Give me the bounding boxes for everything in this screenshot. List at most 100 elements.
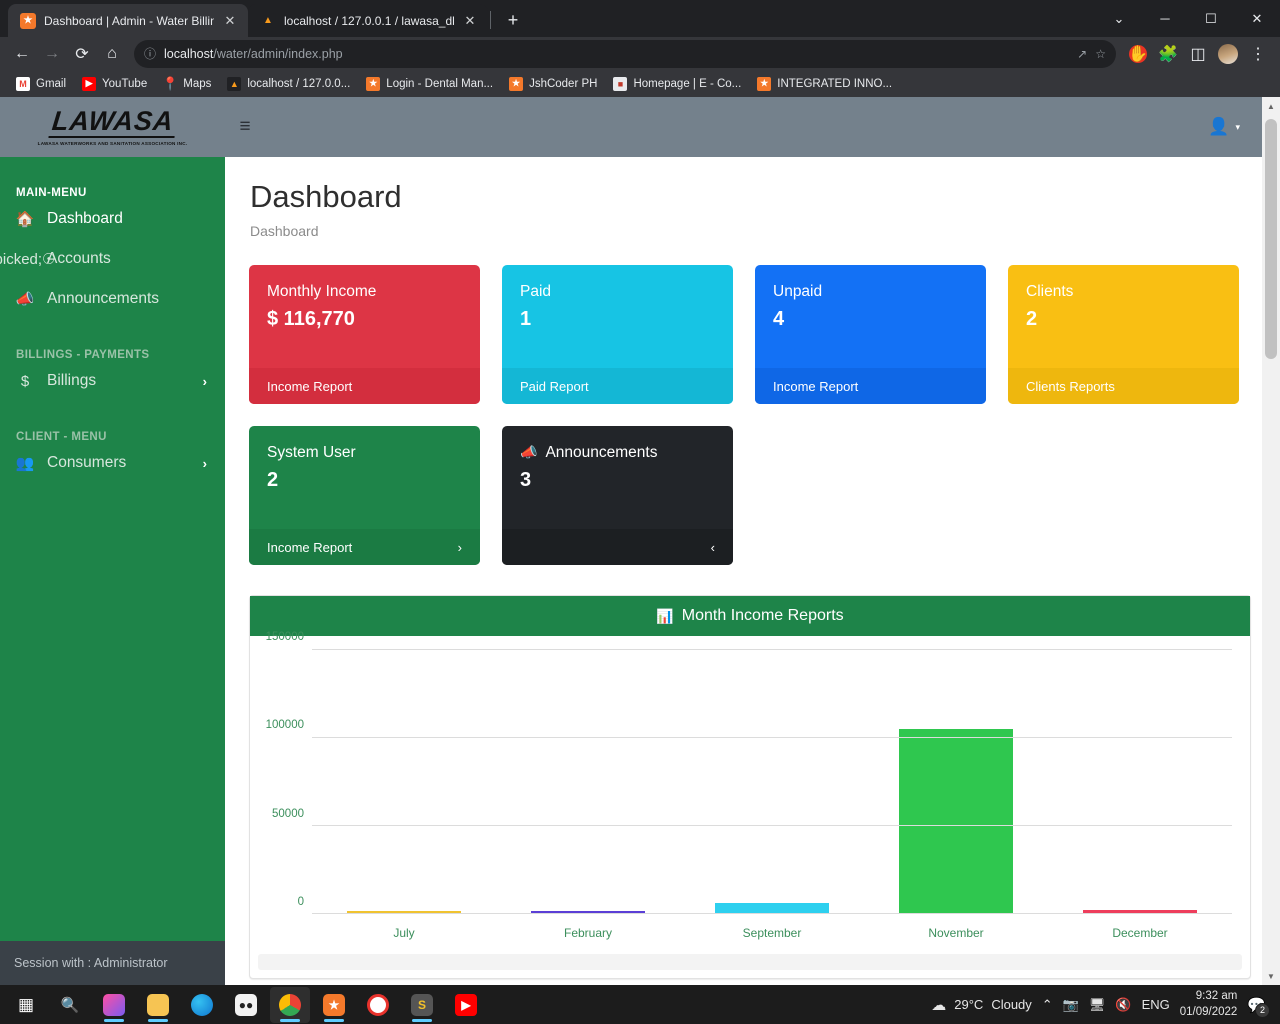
ghost-app-icon[interactable]: ●●: [226, 987, 266, 1023]
bookmark-item[interactable]: ■Homepage | E - Co...: [607, 74, 747, 94]
address-bar[interactable]: ⓘ localhost/water/admin/index.php ↗ ☆: [134, 40, 1116, 68]
sidebar-item-consumers[interactable]: 👥 Consumers ›: [0, 443, 225, 483]
screen-recorder-icon[interactable]: [358, 987, 398, 1023]
sidebar-item-announcements[interactable]: 📣 Announcements: [0, 279, 225, 319]
card-body: System User 2: [249, 426, 480, 529]
notification-icon[interactable]: 💬 2: [1247, 996, 1266, 1014]
new-tab-button[interactable]: +: [499, 6, 527, 34]
bookmark-label: Homepage | E - Co...: [633, 78, 741, 90]
browser-tab-1[interactable]: ★ Dashboard | Admin - Water Billin ✕: [8, 4, 248, 37]
network-icon[interactable]: 🖥: [1089, 997, 1106, 1013]
scroll-up-arrow[interactable]: ▲: [1262, 97, 1280, 115]
profile-avatar[interactable]: [1214, 40, 1242, 68]
file-explorer-icon[interactable]: [138, 987, 178, 1023]
forward-button[interactable]: →: [38, 40, 66, 68]
card-value: 1: [520, 308, 715, 331]
star-icon[interactable]: ☆: [1095, 47, 1106, 61]
back-button[interactable]: ←: [8, 40, 36, 68]
close-icon[interactable]: ✕: [462, 13, 478, 29]
adblock-icon[interactable]: ✋: [1124, 40, 1152, 68]
weather-widget[interactable]: ☁ 29°C Cloudy: [931, 996, 1032, 1014]
reload-button[interactable]: ⟳: [68, 40, 96, 68]
card-footer-link[interactable]: Income Report ›: [249, 529, 480, 565]
scrollbar-thumb[interactable]: [1265, 119, 1277, 359]
users-icon: 👥: [16, 454, 34, 472]
bookmark-item[interactable]: MGmail: [10, 74, 72, 94]
kebab-menu-icon[interactable]: ⋮: [1244, 40, 1272, 68]
card-footer-link[interactable]: Paid Report: [502, 368, 733, 404]
card-body: Clients 2: [1008, 265, 1239, 368]
bookmark-item[interactable]: ★JshCoder PH: [503, 74, 603, 94]
stat-card-unpaid[interactable]: Unpaid 4 Income Report: [755, 265, 986, 404]
edge-icon[interactable]: [182, 987, 222, 1023]
bookmark-item[interactable]: ▲localhost / 127.0.0...: [221, 74, 356, 94]
copilot-icon[interactable]: [94, 987, 134, 1023]
info-icon[interactable]: ⓘ: [144, 45, 156, 62]
stat-card-monthly-income[interactable]: Monthly Income $ 116,770 Income Report: [249, 265, 480, 404]
share-icon[interactable]: ↗: [1077, 47, 1087, 61]
tray-chevron-icon[interactable]: ⌃: [1042, 997, 1053, 1013]
url-host: localhost: [164, 47, 213, 61]
bookmark-item[interactable]: ★INTEGRATED INNO...: [751, 74, 898, 94]
user-icon: 👤: [1208, 117, 1229, 137]
phpmyadmin-icon: ▲: [260, 13, 276, 29]
stat-card-system-user[interactable]: System User 2 Income Report ›: [249, 426, 480, 565]
card-label: Paid: [520, 282, 715, 301]
card-label: System User: [267, 443, 462, 462]
y-axis-tick-label: 0: [298, 896, 312, 908]
search-icon[interactable]: 🔍: [50, 987, 90, 1023]
chrome-icon[interactable]: [270, 987, 310, 1023]
chart-canvas[interactable]: 050000100000150000 JulyFebruarySeptember…: [250, 636, 1250, 954]
bookmark-label: localhost / 127.0.0...: [247, 78, 350, 90]
card-value: 3: [520, 469, 715, 492]
stat-card-clients[interactable]: Clients 2 Clients Reports: [1008, 265, 1239, 404]
card-footer-link[interactable]: Clients Reports: [1008, 368, 1239, 404]
bookmark-item[interactable]: ★Login - Dental Man...: [360, 74, 499, 94]
stat-card-paid[interactable]: Paid 1 Paid Report: [502, 265, 733, 404]
youtube-icon: ▶: [82, 77, 96, 91]
y-axis-tick-label: 50000: [272, 808, 312, 820]
sidebar-item-dashboard[interactable]: 🏠 Dashboard: [0, 199, 225, 239]
chart-bar-cell: [1048, 650, 1232, 914]
clock[interactable]: 9:32 am 01/09/2022: [1180, 989, 1238, 1020]
youtube-icon[interactable]: ▶: [446, 987, 486, 1023]
sublime-text-icon[interactable]: S: [402, 987, 442, 1023]
tab-title: Dashboard | Admin - Water Billin: [44, 14, 214, 28]
hamburger-icon[interactable]: ≡: [225, 97, 265, 157]
stat-card-announcements[interactable]: 📣 Announcements 3 ‹: [502, 426, 733, 565]
home-button[interactable]: ⌂: [98, 40, 126, 68]
card-label: Clients: [1026, 282, 1221, 301]
card-footer-link[interactable]: Income Report: [755, 368, 986, 404]
card-footer-link[interactable]: Income Report: [249, 368, 480, 404]
maximize-button[interactable]: ☐: [1188, 0, 1234, 37]
close-window-button[interactable]: ✕: [1234, 0, 1280, 37]
card-label: 📣 Announcements: [520, 443, 715, 462]
bookmark-item[interactable]: ▶YouTube: [76, 74, 153, 94]
bookmark-item[interactable]: 📍Maps: [157, 74, 217, 94]
minimize-button[interactable]: ─: [1142, 0, 1188, 37]
tab-search-icon[interactable]: ⌄: [1096, 0, 1142, 37]
sidebar-item-billings[interactable]: $ Billings ›: [0, 361, 225, 401]
language-indicator[interactable]: ENG: [1142, 997, 1170, 1012]
close-icon[interactable]: ✕: [222, 13, 238, 29]
stat-card-grid: Monthly Income $ 116,770 Income Report P…: [225, 239, 1240, 565]
xampp-icon[interactable]: ★: [314, 987, 354, 1023]
scroll-down-arrow[interactable]: ▼: [1262, 967, 1280, 985]
side-panel-icon[interactable]: ◫: [1184, 40, 1212, 68]
puzzle-icon[interactable]: 🧩: [1154, 40, 1182, 68]
browser-tab-2[interactable]: ▲ localhost / 127.0.0.1 / lawasa_db ✕: [248, 4, 488, 37]
brand-logo[interactable]: LAWASA LAWASA WATERWORKS AND SANITATION …: [0, 97, 225, 157]
chart-bar-cell: [496, 650, 680, 914]
tab-divider: [490, 11, 491, 29]
start-button[interactable]: ▦: [6, 987, 46, 1023]
weather-condition: Cloudy: [991, 997, 1031, 1012]
page-scrollbar[interactable]: ▲ ▼: [1262, 97, 1280, 985]
camera-icon[interactable]: 📷: [1063, 997, 1079, 1013]
chart-bar[interactable]: [899, 729, 1013, 914]
volume-icon[interactable]: 🔇: [1115, 997, 1131, 1013]
card-footer-link[interactable]: ‹: [502, 529, 733, 565]
app-header: LAWASA LAWASA WATERWORKS AND SANITATION …: [0, 97, 1262, 157]
user-menu[interactable]: 👤 ▾: [1208, 117, 1262, 137]
sidebar-item-accounts[interactable]: picked;☉ Accounts: [0, 239, 225, 279]
gridline: 0: [312, 913, 1232, 914]
